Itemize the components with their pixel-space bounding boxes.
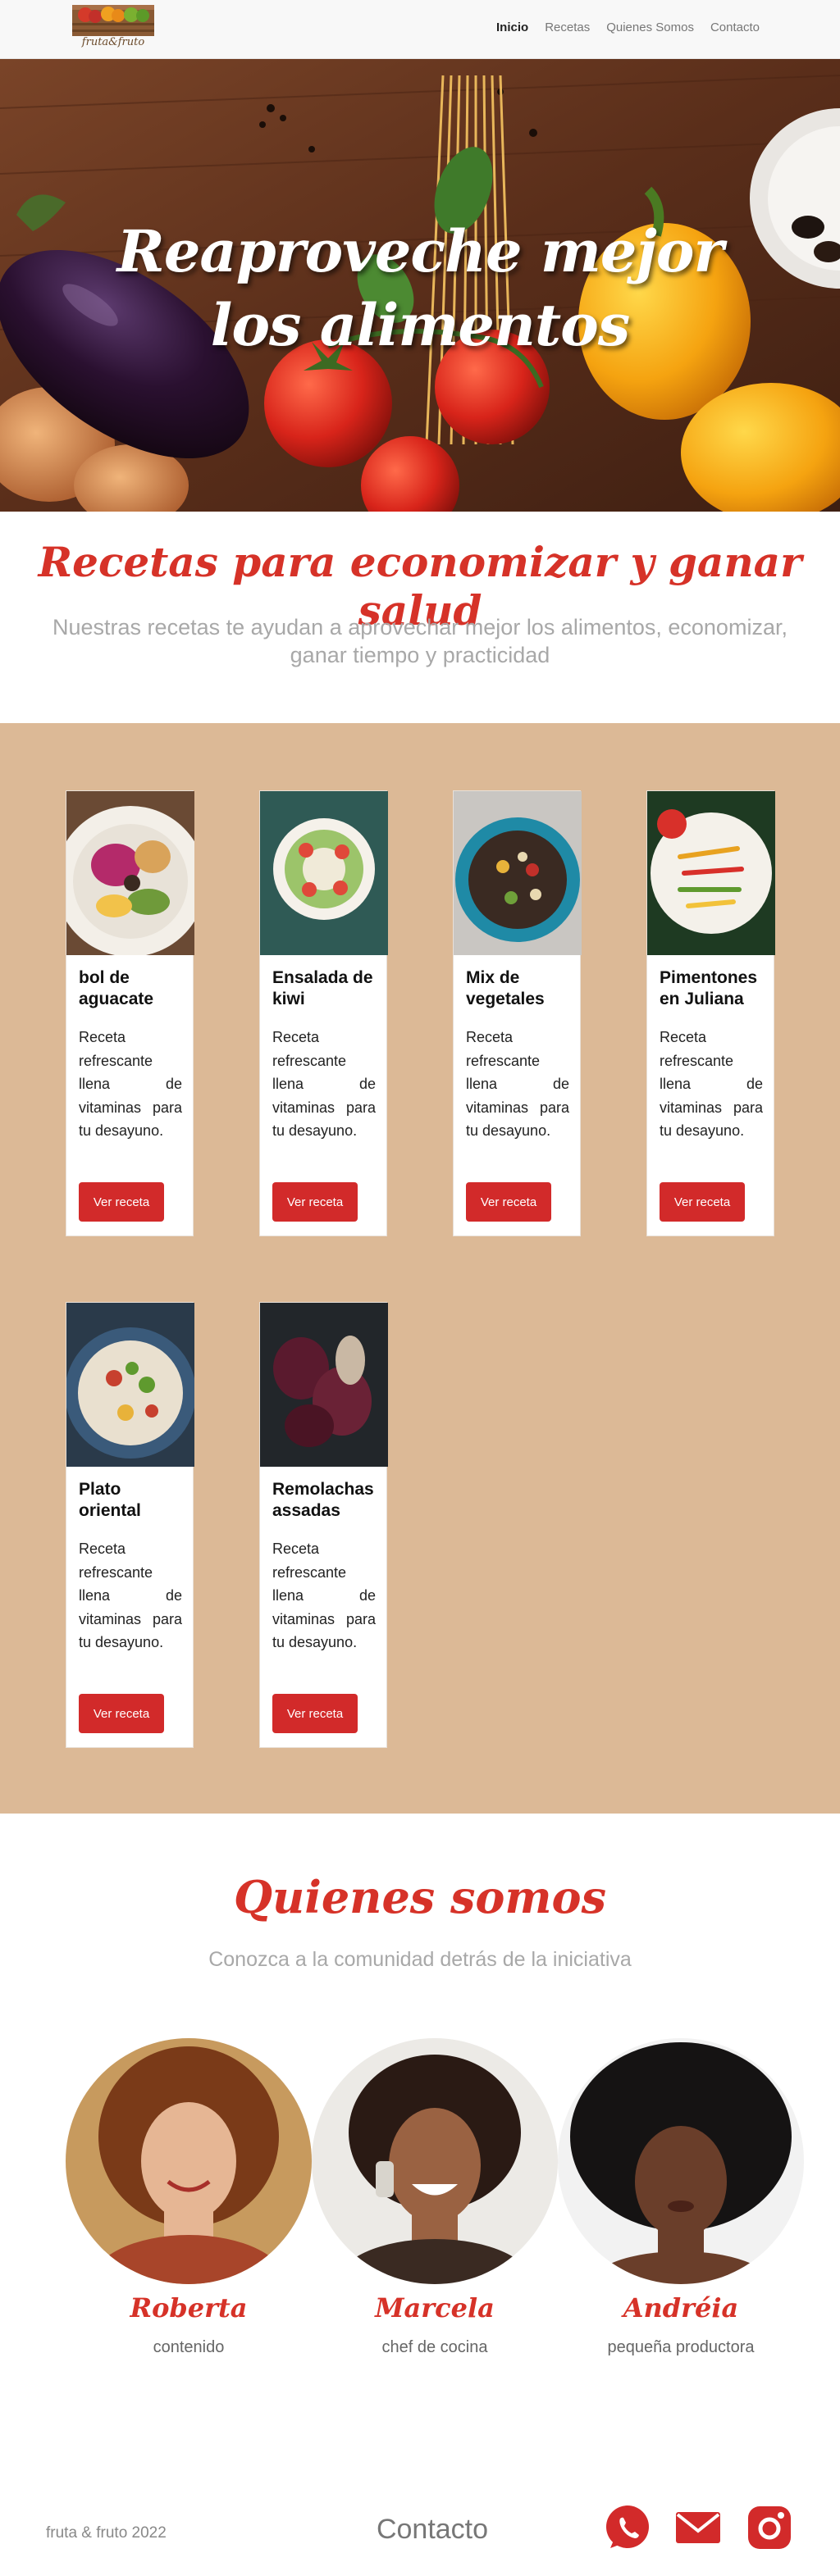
recipe-description: Receta refrescante llena de vitaminas pa… [79, 1029, 182, 1139]
member-role: chef de cocina [381, 2338, 488, 2356]
recipe-title: Ensalada de kiwi [272, 968, 373, 1008]
recipe-card: Plato oriental Receta refrescante llena … [66, 1302, 194, 1748]
recipe-card: Remolachas assadas Receta refrescante ll… [259, 1302, 388, 1748]
view-recipe-button[interactable]: Ver receta [79, 1182, 164, 1222]
whatsapp-icon[interactable] [604, 2504, 651, 2551]
team-member: Marcela chef de cocina [312, 2038, 558, 2399]
nav-link-recetas[interactable]: Recetas [545, 20, 590, 34]
about-subtitle: Conozca a la comunidad detrás de la inic… [208, 1948, 632, 1971]
footer: fruta & fruto 2022 Contacto [0, 2484, 840, 2576]
avatar [312, 2038, 558, 2284]
logo-text: fruta&fruto [81, 36, 145, 48]
member-name: Marcela [375, 2292, 495, 2323]
member-name: Roberta [130, 2292, 248, 2323]
nav-link-inicio[interactable]: Inicio [496, 20, 528, 34]
recipe-description: Receta refrescante llena de vitaminas pa… [272, 1029, 376, 1139]
view-recipe-button[interactable]: Ver receta [272, 1182, 358, 1222]
recipe-description: Receta refrescante llena de vitaminas pa… [660, 1029, 763, 1139]
member-role: pequeña productora [607, 2338, 755, 2356]
recipe-description: Receta refrescante llena de vitaminas pa… [79, 1541, 182, 1650]
member-role: contenido [153, 2338, 225, 2356]
recipe-description: Receta refrescante llena de vitaminas pa… [272, 1541, 376, 1650]
recipe-title: Remolachas assadas [272, 1480, 374, 1520]
navbar: fruta&fruto Inicio Recetas Quienes Somos… [0, 0, 840, 59]
intro-subtitle: Nuestras recetas te ayudan a aprovechar … [52, 615, 788, 667]
footer-contact-title: Contacto [376, 2514, 489, 2545]
main-nav: Inicio Recetas Quienes Somos Contacto [496, 20, 760, 34]
recipe-description: Receta refrescante llena de vitaminas pa… [466, 1029, 569, 1139]
nav-link-quienes-somos[interactable]: Quienes Somos [606, 20, 694, 34]
avatar [558, 2038, 804, 2284]
recipe-card: Ensalada de kiwi Receta refrescante llen… [259, 790, 388, 1236]
recipe-image-roasted-beets [260, 1303, 388, 1467]
recipe-title: Pimentones en Juliana [660, 968, 758, 1008]
nav-link-contacto[interactable]: Contacto [710, 20, 760, 34]
member-name: Andréia [623, 2292, 739, 2323]
recipe-image-kiwi-salad [260, 791, 388, 955]
about-title: Quienes somos [234, 1871, 606, 1923]
recipe-title: bol de aguacate [79, 968, 154, 1008]
team-member: Roberta contenido [66, 2038, 312, 2399]
hero-banner: Reaproveche mejor los alimentos [0, 59, 840, 512]
recipe-card: bol de aguacate Receta refrescante llena… [66, 790, 194, 1236]
view-recipe-button[interactable]: Ver receta [660, 1182, 745, 1222]
recipe-image-avocado-bowl [66, 791, 194, 955]
recipes-section: bol de aguacate Receta refrescante llena… [0, 723, 840, 1814]
recipe-image-vegetable-mix [454, 791, 582, 955]
view-recipe-button[interactable]: Ver receta [272, 1694, 358, 1733]
email-icon[interactable] [674, 2504, 722, 2551]
recipe-card: Mix de vegetales Receta refrescante llen… [453, 790, 582, 1236]
instagram-icon[interactable] [746, 2504, 793, 2551]
recipe-title: Plato oriental [79, 1480, 141, 1520]
avatar [66, 2038, 312, 2284]
footer-copyright: fruta & fruto 2022 [46, 2524, 167, 2542]
view-recipe-button[interactable]: Ver receta [79, 1694, 164, 1733]
view-recipe-button[interactable]: Ver receta [466, 1182, 551, 1222]
recipe-image-oriental-plate [66, 1303, 194, 1467]
hero-title: Reaproveche mejor los alimentos [116, 217, 724, 359]
recipe-title: Mix de vegetales [466, 968, 545, 1008]
recipe-card: Pimentones en Juliana Receta refrescante… [646, 790, 775, 1236]
recipe-image-julienne-peppers [647, 791, 775, 955]
team-member: Andréia pequeña productora [558, 2038, 804, 2399]
